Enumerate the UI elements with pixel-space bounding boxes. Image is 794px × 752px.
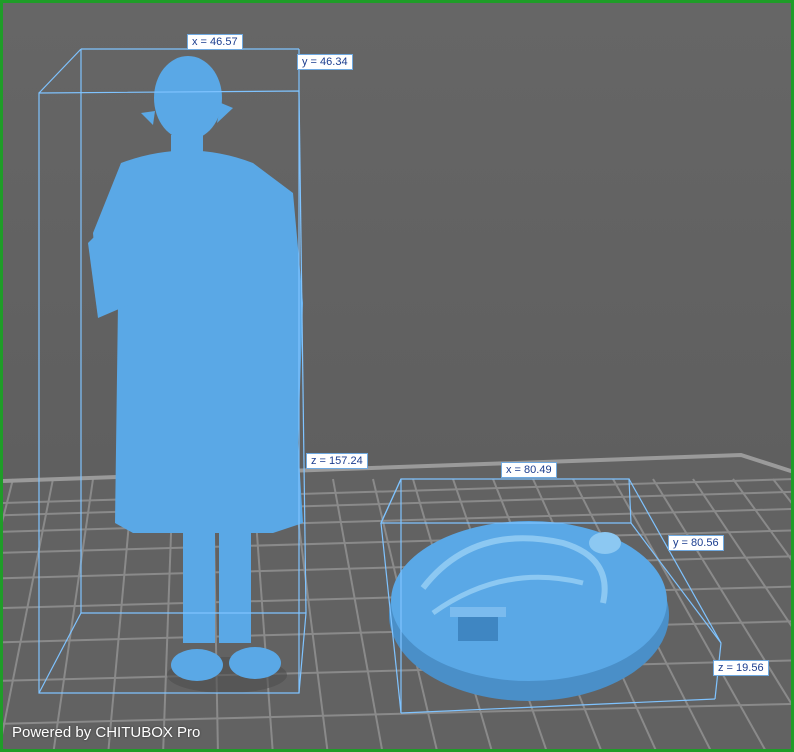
figure-x-dimension: x = 46.57 xyxy=(187,34,243,50)
base-x-dimension: x = 80.49 xyxy=(501,462,557,478)
base-y-dimension: y = 80.56 xyxy=(668,535,724,551)
powered-by-watermark: Powered by CHITUBOX Pro xyxy=(12,724,201,741)
figure-y-dimension: y = 46.34 xyxy=(297,54,353,70)
scene-canvas[interactable] xyxy=(3,3,794,752)
base-model[interactable] xyxy=(389,521,669,701)
base-z-dimension: z = 19.56 xyxy=(713,660,769,676)
figure-z-dimension: z = 157.24 xyxy=(306,453,368,469)
3d-viewport[interactable]: x = 46.57 y = 46.34 z = 157.24 x = 80.49… xyxy=(0,0,794,752)
